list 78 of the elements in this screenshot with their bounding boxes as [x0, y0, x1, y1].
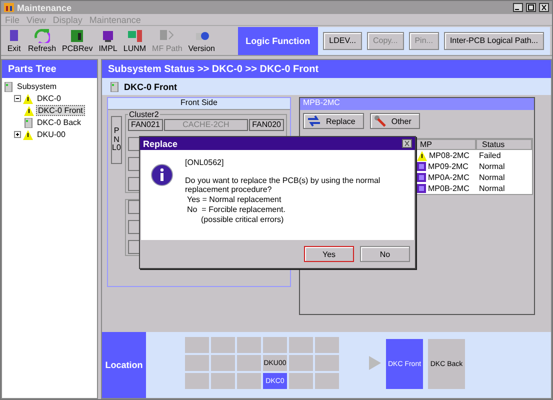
- info-icon: [151, 164, 173, 186]
- location-label: Location: [102, 332, 146, 398]
- tree-item[interactable]: DKC-0: [35, 93, 64, 104]
- panel-title: Parts Tree: [2, 60, 97, 78]
- wrench-icon: [374, 115, 386, 127]
- dialog-button[interactable]: Yes: [304, 246, 354, 262]
- table-cell: MP0A-2MC: [428, 173, 470, 182]
- panel-title: Front Side: [108, 98, 290, 110]
- device-icon: [4, 82, 13, 92]
- function-button[interactable]: LDEV...: [323, 32, 362, 50]
- toolbar-button[interactable]: Refresh: [25, 26, 60, 54]
- tree-item[interactable]: Subsystem: [15, 81, 59, 92]
- location-cell[interactable]: [289, 373, 313, 389]
- location-cell[interactable]: [211, 337, 235, 353]
- refresh-icon: [34, 28, 50, 43]
- table-cell: MP09-2MC: [428, 162, 468, 171]
- close-icon[interactable]: [539, 3, 549, 12]
- option-text: (possible critical errors): [200, 215, 285, 224]
- maximize-icon[interactable]: [526, 3, 536, 12]
- table-cell: MP08-2MC: [429, 151, 470, 160]
- toolbar-button[interactable]: Exit: [3, 26, 25, 54]
- dialog-message: Do you want to replace the PCB(s) by using the normal replacement procedure?: [185, 176, 382, 194]
- toolbar-button[interactable]: IMPL: [96, 26, 120, 54]
- location-cell[interactable]: [237, 337, 261, 353]
- device-icon: [24, 118, 33, 128]
- location-cell[interactable]: [237, 355, 261, 371]
- toolbar-button[interactable]: LUNM: [120, 26, 150, 54]
- action-button[interactable]: Replace: [303, 113, 364, 129]
- column-header[interactable]: Status: [476, 139, 532, 150]
- toolbar-button[interactable]: PCBRev: [59, 26, 96, 54]
- device-icon: [110, 82, 119, 92]
- table-cell: MP0B-2MC: [428, 184, 470, 193]
- location-cell[interactable]: [237, 373, 261, 389]
- column-header[interactable]: MP: [414, 139, 476, 150]
- table-cell-text: Normal: [478, 173, 506, 182]
- arrow-icon: [369, 356, 381, 370]
- table-cell-text: Failed: [478, 151, 502, 160]
- app-icon: [4, 3, 14, 12]
- table-cell-text: Normal: [478, 162, 506, 171]
- module-button[interactable]: FAN021: [128, 119, 163, 131]
- warning-icon: [23, 130, 33, 140]
- dialog-title: Replace: [143, 138, 178, 148]
- location-cell[interactable]: [315, 337, 339, 353]
- location-cell[interactable]: [315, 373, 339, 389]
- collapse-icon[interactable]: [14, 95, 21, 102]
- function-button[interactable]: Inter-PCB Logical Path...: [444, 32, 544, 50]
- expand-icon[interactable]: [14, 131, 21, 138]
- module-button[interactable]: FAN020: [249, 119, 284, 131]
- window-title: Maintenance: [17, 2, 73, 12]
- warning-icon: [417, 150, 427, 160]
- location-cell[interactable]: [315, 355, 339, 371]
- message-code: [ONL0562]: [185, 158, 225, 167]
- location-cell[interactable]: [185, 355, 209, 371]
- minimize-icon[interactable]: [513, 3, 523, 12]
- view-title: DKC-0 Front: [124, 82, 177, 92]
- logic-function-label: Logic Function: [238, 26, 318, 54]
- panel-title: MPB-2MC: [300, 98, 534, 110]
- toolbar-button[interactable]: Version: [185, 26, 218, 54]
- table-cell-text: Normal: [478, 184, 506, 193]
- dialog-button[interactable]: No: [360, 246, 410, 262]
- group-label: Cluster2: [128, 110, 160, 119]
- tree-item[interactable]: DKC-0 Front: [36, 105, 85, 116]
- circuit-board-icon: [69, 28, 86, 43]
- location-cell[interactable]: [185, 373, 209, 389]
- tree-item[interactable]: DKU-00: [35, 129, 68, 140]
- location-cell[interactable]: [289, 355, 313, 371]
- location-cell[interactable]: [211, 355, 235, 371]
- option-text: No = Forcible replacement.: [186, 205, 286, 214]
- location-cell[interactable]: [289, 337, 313, 353]
- panel-button[interactable]: PNL0: [111, 116, 122, 164]
- action-button[interactable]: Other: [370, 113, 420, 129]
- location-cell[interactable]: [185, 337, 209, 353]
- tree-item[interactable]: DKC-0 Back: [35, 117, 84, 128]
- location-cell[interactable]: [263, 337, 287, 353]
- option-text: Yes = Normal replacement: [186, 195, 282, 204]
- location-cell[interactable]: [211, 373, 235, 389]
- swap-icon: [307, 115, 321, 127]
- breadcrumb: Subsystem Status >> DKC-0 >> DKC-0 Front: [102, 60, 551, 78]
